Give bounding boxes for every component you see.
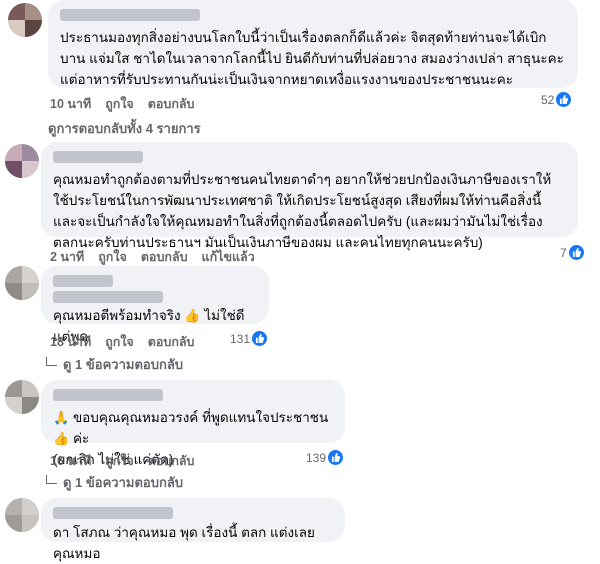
- comment-time[interactable]: 10 นาที: [50, 94, 91, 114]
- comment-text-part: ค่ะ: [72, 431, 90, 446]
- view-replies-label: ดูการตอบกลับทั้ง 4 รายการ: [48, 121, 201, 136]
- like-button[interactable]: ถูกใจ: [98, 247, 127, 267]
- comment-bubble: 🙏 ขอบคุณคุณหมอวรงค์ ที่พูดแทนใจประชาชน 👍…: [41, 380, 345, 467]
- reaction-number: 7: [560, 245, 567, 260]
- comment-time[interactable]: 18 นาที: [50, 332, 91, 352]
- reaction-count[interactable]: 7: [556, 244, 586, 261]
- edited-label: แก้ไขแล้ว: [201, 250, 255, 264]
- view-replies-link[interactable]: ดูการตอบกลับทั้ง 4 รายการ: [48, 118, 201, 139]
- author-name-blurred[interactable]: [60, 9, 200, 21]
- avatar[interactable]: [5, 266, 39, 300]
- comment-actions: 10 นาที ถูกใจ ตอบกลับ: [50, 94, 209, 114]
- thumbs-up-icon: [556, 92, 572, 107]
- comment-text: ประธานมองทุกสิ่งอย่างบนโลกใบนี้ว่าเป็นเร…: [60, 30, 564, 87]
- reply-button[interactable]: ตอบกลับ: [148, 332, 195, 352]
- reply-arrow-icon: [46, 475, 57, 484]
- author-name-blurred[interactable]: [53, 275, 113, 287]
- comment-text: ดา โสภณ ว่าคุณหมอ พุด เรื่องนี้ ตลก แต่ง…: [53, 525, 315, 561]
- view-replies-label: ดู 1 ข้อความตอบกลับ: [63, 357, 184, 372]
- comment-text-part: ขอบคุณคุณหมอวรงค์ ที่พูดแทนใจประชาชน: [72, 410, 329, 425]
- reply-button[interactable]: ตอบกลับ: [148, 451, 195, 471]
- comment-bubble: คุณหมอทำถูกต้องตามที่ประชาชนคนไทยตาดำๆ อ…: [41, 142, 578, 250]
- reaction-count[interactable]: 139: [302, 449, 346, 466]
- comment-actions: 18 นาที ถูกใจ ตอบกลับ: [50, 332, 209, 352]
- thumbs-up-emoji-icon: 👍: [184, 308, 201, 323]
- like-button[interactable]: ถูกใจ: [105, 94, 134, 114]
- thumbs-up-emoji-icon: 👍: [53, 431, 70, 446]
- reaction-number: 131: [230, 331, 251, 346]
- avatar[interactable]: [5, 380, 39, 414]
- comment-actions: 2 นาที ถูกใจ ตอบกลับ แก้ไขแล้ว: [50, 247, 269, 267]
- reaction-number: 139: [306, 450, 327, 465]
- like-button[interactable]: ถูกใจ: [105, 332, 134, 352]
- avatar[interactable]: [5, 144, 39, 178]
- like-button[interactable]: ถูกใจ: [105, 451, 134, 471]
- view-replies-link[interactable]: ดู 1 ข้อความตอบกลับ: [46, 472, 183, 493]
- thumbs-up-icon: [252, 331, 268, 346]
- comment-time[interactable]: 2 นาที: [50, 247, 84, 267]
- view-replies-link[interactable]: ดู 1 ข้อความตอบกลับ: [46, 354, 183, 375]
- comment-bubble: คุณหมอตีพร้อมทำจริง 👍 ไม่ใช่ดีแต่พูด: [41, 266, 269, 344]
- comment-time[interactable]: 16 นาที: [50, 451, 91, 471]
- reaction-count[interactable]: 131: [226, 330, 270, 347]
- thumbs-up-icon: [568, 245, 584, 260]
- author-name-blurred: [53, 291, 163, 303]
- author-name-blurred[interactable]: [53, 507, 173, 519]
- reply-arrow-icon: [46, 357, 57, 366]
- praying-hands-icon: 🙏: [53, 410, 70, 425]
- thumbs-up-icon: [328, 450, 344, 465]
- comment-actions: 16 นาที ถูกใจ ตอบกลับ: [50, 451, 209, 471]
- reply-button[interactable]: ตอบกลับ: [148, 94, 195, 114]
- avatar[interactable]: [5, 498, 39, 532]
- view-replies-label: ดู 1 ข้อความตอบกลับ: [63, 475, 184, 490]
- comment-text: คุณหมอทำถูกต้องตามที่ประชาชนคนไทยตาดำๆ อ…: [53, 172, 552, 250]
- author-name-blurred[interactable]: [53, 151, 143, 163]
- reaction-number: 52: [541, 92, 555, 107]
- comment-text-part: คุณหมอตีพร้อมทำจริง: [53, 308, 181, 323]
- author-name-blurred[interactable]: [53, 389, 163, 401]
- reaction-count[interactable]: 52: [537, 91, 574, 108]
- reply-button[interactable]: ตอบกลับ: [141, 247, 188, 267]
- comment-bubble: ประธานมองทุกสิ่งอย่างบนโลกใบนี้ว่าเป็นเร…: [48, 0, 578, 88]
- comment-bubble: ดา โสภณ ว่าคุณหมอ พุด เรื่องนี้ ตลก แต่ง…: [41, 498, 345, 561]
- avatar[interactable]: [8, 3, 42, 37]
